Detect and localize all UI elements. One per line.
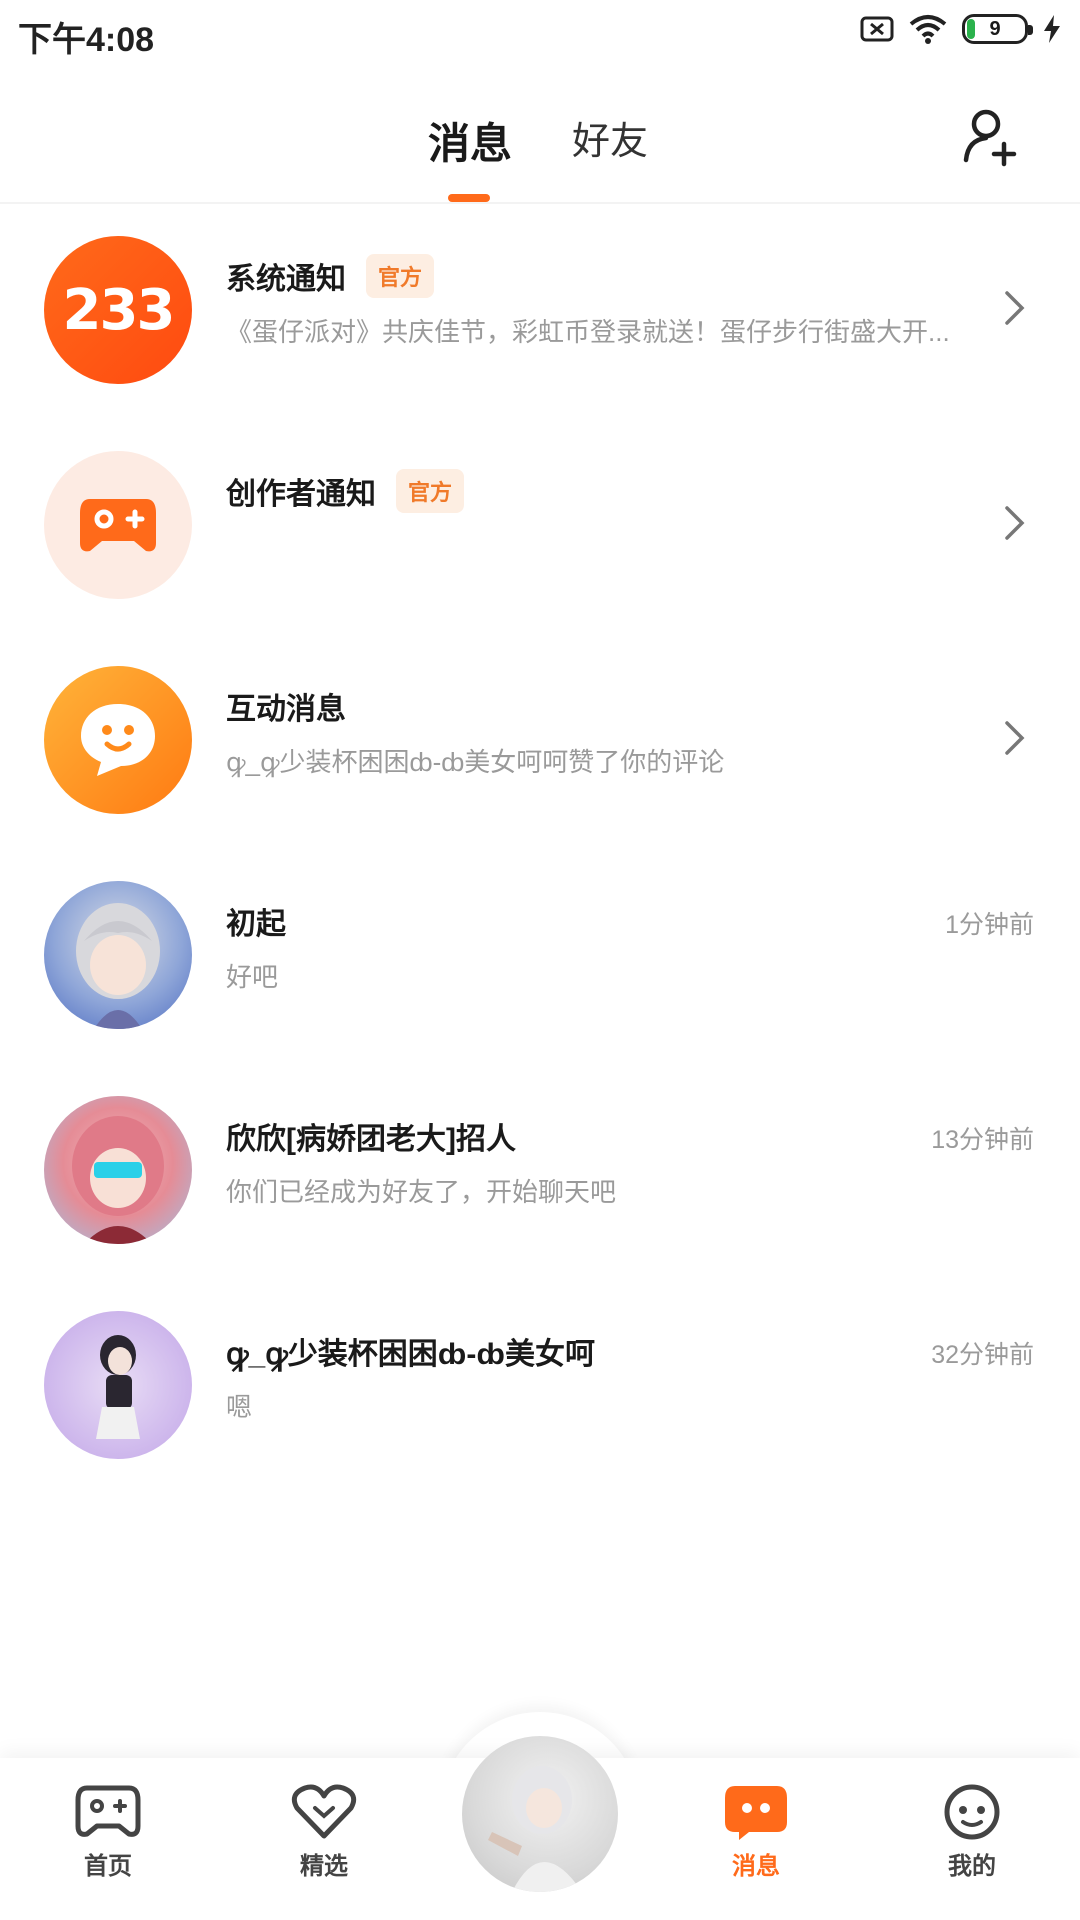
conversation-name: 创作者通知 官方 (226, 469, 465, 513)
chevron-right-icon (1005, 721, 1025, 755)
conversation-time: 13分钟前 (931, 1126, 1034, 1154)
chevron-right-icon (1005, 506, 1025, 540)
nav-profile[interactable]: 我的 (902, 1784, 1042, 1881)
sim-off-icon (860, 15, 894, 43)
conversation-preview: 好吧 (226, 962, 279, 992)
conversation-list: 233 系统通知 官方 《蛋仔派对》共庆佳节，彩虹币登录就送！蛋仔步行街盛大开.… (0, 230, 1080, 1520)
conversation-item-user[interactable]: 欣欣[病娇团老大]招人 你们已经成为好友了，开始聊天吧 13分钟前 (0, 1090, 1080, 1305)
conversation-item-user[interactable]: 初起 好吧 1分钟前 (0, 875, 1080, 1090)
status-time: 下午4:08 (18, 21, 155, 59)
conversation-name: 初起 (226, 908, 286, 941)
nav-featured-label: 精选 (300, 1853, 348, 1880)
conversation-time: 1分钟前 (945, 911, 1034, 939)
conversation-name: 互动消息 (226, 693, 346, 726)
nav-home[interactable]: 首页 (38, 1784, 178, 1881)
chevron-right-icon (1005, 291, 1025, 325)
message-icon (725, 1786, 787, 1840)
status-icons: 9 (860, 14, 1062, 44)
conversation-preview: 你们已经成为好友了，开始聊天吧 (226, 1177, 617, 1207)
conversation-item-user[interactable]: ꝙ_ꝙ少装杯困困ȸ-ȸ美女呵 嗯 32分钟前 (0, 1305, 1080, 1520)
user-avatar (44, 1311, 192, 1459)
battery-level: 9 (989, 17, 1001, 40)
face-icon (944, 1784, 1000, 1840)
nav-center-avatar[interactable] (462, 1736, 618, 1892)
conversation-name: 系统通知 官方 (226, 254, 435, 298)
active-tab-indicator (448, 194, 490, 202)
conversation-time: 32分钟前 (931, 1341, 1034, 1369)
conversation-name: 欣欣[病娇团老大]招人 (226, 1123, 516, 1156)
conversation-preview: ꝙ_ꝙ少装杯困困ȸ-ȸ美女呵呵赞了你的评论 (226, 747, 725, 777)
conversation-item-system[interactable]: 233 系统通知 官方 《蛋仔派对》共庆佳节，彩虹币登录就送！蛋仔步行街盛大开.… (0, 230, 1080, 445)
nav-profile-label: 我的 (948, 1853, 996, 1880)
gamepad-icon (44, 451, 192, 599)
gamepad-icon (75, 1785, 141, 1837)
chat-bubble-icon (44, 666, 192, 814)
conversation-name: ꝙ_ꝙ少装杯困困ȸ-ȸ美女呵 (226, 1338, 595, 1371)
nav-home-label: 首页 (84, 1853, 132, 1880)
charging-icon (1042, 14, 1062, 44)
conversation-item-creator[interactable]: 创作者通知 官方 (0, 445, 1080, 660)
status-bar: 下午4:08 9 (0, 0, 1080, 70)
conversation-item-interaction[interactable]: 互动消息 ꝙ_ꝙ少装杯困困ȸ-ȸ美女呵呵赞了你的评论 (0, 660, 1080, 875)
conversation-preview: 嗯 (226, 1392, 253, 1422)
nav-messages-label: 消息 (732, 1853, 780, 1880)
nav-messages[interactable]: 消息 (686, 1784, 826, 1881)
add-friend-icon[interactable] (960, 104, 1024, 168)
heart-icon (291, 1784, 357, 1839)
user-avatar (44, 1096, 192, 1244)
conversation-preview: 《蛋仔派对》共庆佳节，彩虹币登录就送！蛋仔步行街盛大开... (226, 317, 950, 347)
user-avatar (44, 881, 192, 1029)
official-badge: 官方 (366, 254, 435, 298)
header: 消息 好友 (0, 70, 1080, 204)
tab-friends[interactable]: 好友 (572, 110, 648, 165)
battery-icon: 9 (962, 14, 1033, 44)
wifi-icon (908, 14, 948, 44)
official-badge: 官方 (396, 469, 465, 513)
tab-messages[interactable]: 消息 (428, 110, 512, 171)
233-logo-avatar: 233 (44, 236, 192, 384)
nav-featured[interactable]: 精选 (254, 1784, 394, 1881)
